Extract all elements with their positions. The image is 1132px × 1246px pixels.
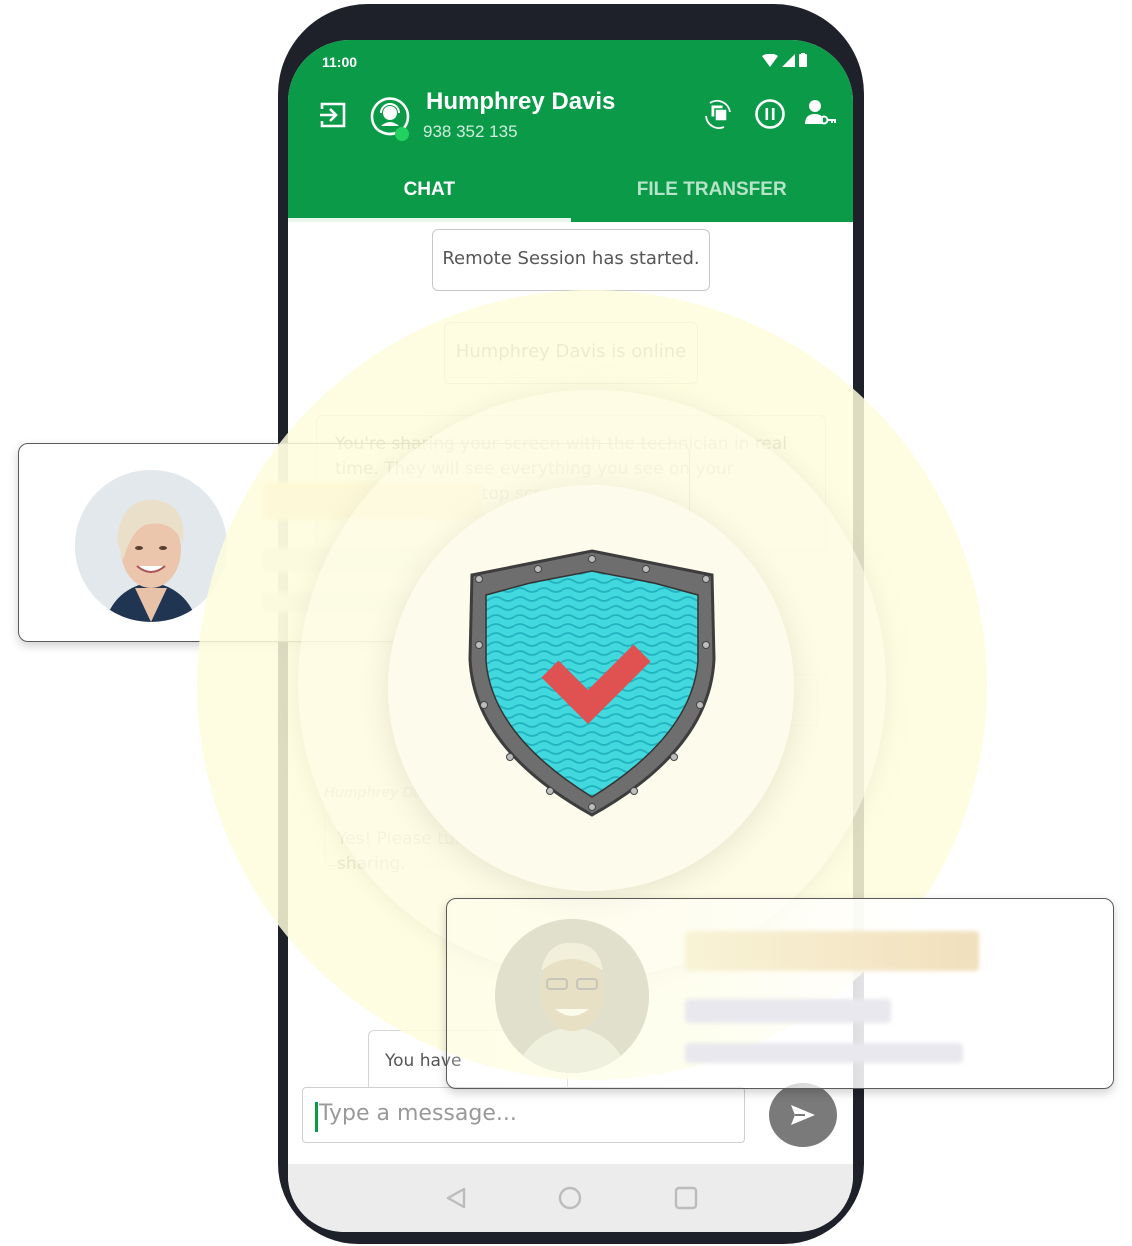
- battery-icon: [799, 53, 807, 67]
- message-input[interactable]: Type a message...: [302, 1087, 745, 1143]
- skeleton-line: [685, 1043, 963, 1063]
- home-icon[interactable]: [558, 1186, 582, 1210]
- security-shield-check-icon: [468, 549, 716, 817]
- app-bar: 11:00 Humphrey Davis 938 352 135 CHAT FI…: [288, 40, 853, 222]
- skeleton-line: [685, 999, 891, 1023]
- text-caret: [315, 1102, 318, 1132]
- customer-card: [446, 898, 1114, 1089]
- wifi-icon: [762, 53, 778, 67]
- system-message: Remote Session has started.: [432, 229, 710, 291]
- switch-screen-icon[interactable]: [702, 98, 734, 130]
- contact-name: Humphrey Davis: [426, 88, 616, 115]
- user-key-icon[interactable]: [802, 98, 838, 130]
- pause-icon[interactable]: [754, 98, 786, 130]
- exit-session-icon[interactable]: [318, 100, 348, 130]
- customer-avatar: [495, 919, 649, 1073]
- status-time: 11:00: [322, 54, 358, 70]
- skeleton-line: [685, 931, 979, 971]
- online-status-dot: [395, 127, 409, 141]
- send-button[interactable]: [769, 1083, 837, 1147]
- back-icon[interactable]: [444, 1186, 468, 1210]
- session-header: Humphrey Davis 938 352 135: [288, 86, 853, 146]
- send-icon: [791, 1105, 815, 1125]
- status-icons: [762, 53, 807, 67]
- contact-phone: 938 352 135: [423, 122, 518, 141]
- tab-file-transfer[interactable]: FILE TRANSFER: [571, 166, 854, 222]
- message-placeholder: Type a message...: [319, 1101, 517, 1126]
- tab-bar: CHAT FILE TRANSFER: [288, 166, 853, 222]
- system-nav-bar: [288, 1164, 853, 1232]
- tab-chat[interactable]: CHAT: [288, 166, 571, 222]
- technician-avatar: [75, 470, 227, 622]
- recents-icon[interactable]: [674, 1186, 698, 1210]
- signal-icon: [782, 53, 795, 67]
